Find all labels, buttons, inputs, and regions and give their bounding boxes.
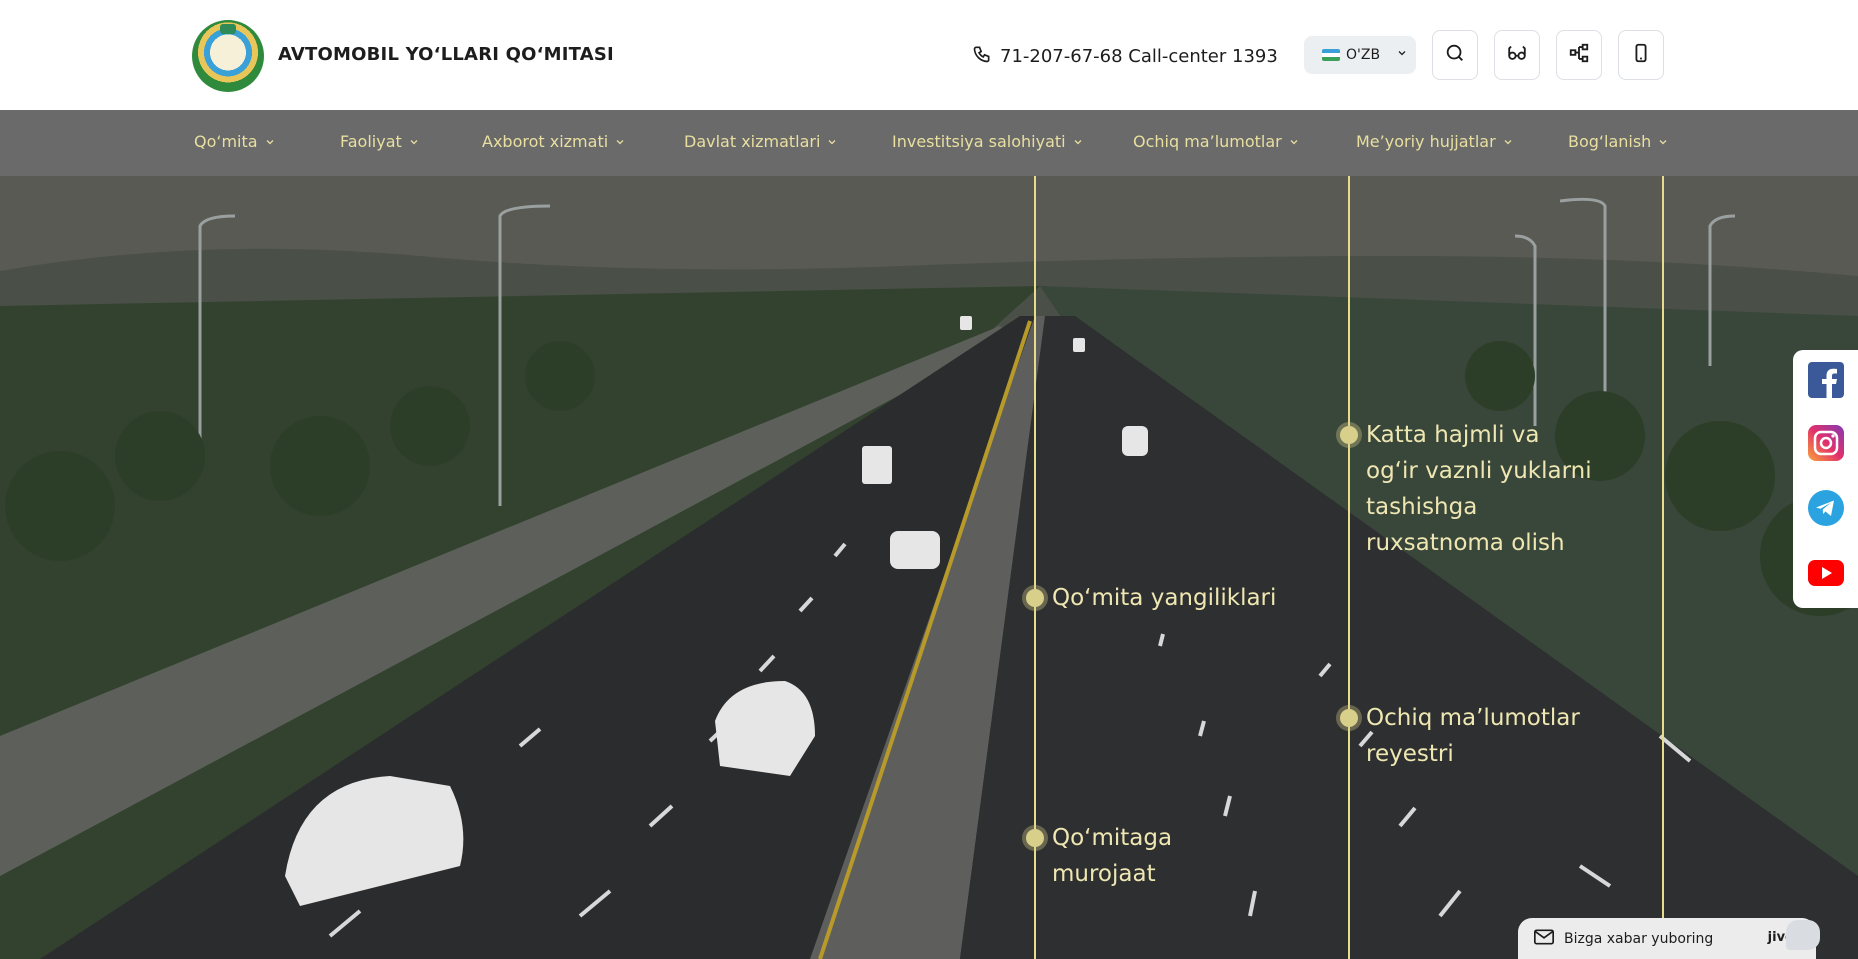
youtube-icon[interactable] <box>1808 555 1844 591</box>
sitemap-icon <box>1568 42 1590 68</box>
call-center-phone[interactable]: 71-207-67-68 Call-center 1393 <box>972 44 1278 69</box>
chevron-down-icon <box>1659 139 1667 144</box>
mail-icon <box>1534 929 1554 949</box>
nav-label: Bog‘lanish <box>1568 132 1652 151</box>
chevron-down-icon <box>1396 47 1408 63</box>
nav-item-qomita[interactable]: Qo‘mita <box>194 132 276 151</box>
hero-link-marker <box>1340 709 1358 727</box>
highway-background-image <box>0 176 1858 959</box>
chevron-down-icon <box>829 139 836 144</box>
site-header: AVTOMOBIL YO‘LLARI QO‘MITASI 71-207-67-6… <box>0 0 1858 110</box>
hero-link-news[interactable]: Qo‘mita yangiliklari <box>1052 580 1312 616</box>
hero-link-marker <box>1340 426 1358 444</box>
language-selector[interactable]: O'ZB <box>1304 36 1416 74</box>
mobile-version-button[interactable] <box>1618 30 1664 80</box>
uzbekistan-flag-icon <box>1322 49 1340 61</box>
nav-item-axborot-xizmati[interactable]: Axborot xizmati <box>482 132 626 151</box>
search-button[interactable] <box>1432 30 1478 80</box>
emblem-logo[interactable] <box>192 20 264 92</box>
glasses-icon <box>1506 42 1528 68</box>
nav-label: Me’yoriy hujjatlar <box>1356 132 1496 151</box>
hero-link-open-data-registry[interactable]: Ochiq ma’lumotlar reyestri <box>1366 700 1596 772</box>
nav-item-ochiq-malumotlar[interactable]: Ochiq ma’lumotlar <box>1133 132 1300 151</box>
phone-number: 71-207-67-68 Call-center 1393 <box>1000 46 1278 67</box>
facebook-icon[interactable] <box>1808 362 1844 398</box>
nav-item-boglanish[interactable]: Bog‘lanish <box>1568 132 1669 151</box>
social-links-bar <box>1793 350 1858 608</box>
hero-link-marker <box>1026 829 1044 847</box>
chevron-down-icon <box>266 139 274 144</box>
search-icon <box>1444 42 1466 68</box>
hero-divider-line <box>1662 176 1664 959</box>
chat-widget[interactable]: Bizga xabar yuboring jivo <box>1518 918 1816 959</box>
hero-link-appeal[interactable]: Qo‘mitaga murojaat <box>1052 820 1212 892</box>
nav-label: Axborot xizmati <box>482 132 609 151</box>
accessibility-button[interactable] <box>1494 30 1540 80</box>
hero-divider-line <box>1348 176 1350 959</box>
nav-item-davlat-xizmatlari[interactable]: Davlat xizmatlari <box>684 132 838 151</box>
telegram-icon[interactable] <box>1808 490 1844 526</box>
hero-link-marker <box>1026 589 1044 607</box>
language-label: O'ZB <box>1346 47 1381 63</box>
nav-label: Investitsiya salohiyati <box>892 132 1066 151</box>
chevron-down-icon <box>1290 139 1298 144</box>
phone-icon <box>972 44 992 69</box>
chevron-down-icon <box>616 139 624 144</box>
site-title[interactable]: AVTOMOBIL YO‘LLARI QO‘MITASI <box>278 44 614 65</box>
nav-label: Davlat xizmatlari <box>684 132 821 151</box>
chat-label: Bizga xabar yuboring <box>1564 930 1714 947</box>
hero-banner <box>0 176 1858 959</box>
nav-label: Qo‘mita <box>194 132 258 151</box>
hero-link-heavy-cargo-permit[interactable]: Katta hajmli va og‘ir vaznli yuklarni ta… <box>1366 417 1596 561</box>
main-navigation: Qo‘mita Faoliyat Axborot xizmati Davlat … <box>0 110 1858 176</box>
chat-bubble-icon[interactable] <box>1786 920 1820 950</box>
mobile-icon <box>1630 42 1652 68</box>
instagram-icon[interactable] <box>1808 425 1844 461</box>
nav-label: Faoliyat <box>340 132 402 151</box>
chevron-down-icon <box>410 139 418 144</box>
chevron-down-icon <box>1074 139 1082 144</box>
nav-item-faoliyat[interactable]: Faoliyat <box>340 132 420 151</box>
sitemap-button[interactable] <box>1556 30 1602 80</box>
chevron-down-icon <box>1504 139 1512 144</box>
nav-item-meyoriy-hujjatlar[interactable]: Me’yoriy hujjatlar <box>1356 132 1514 151</box>
nav-item-investitsiya-salohiyati[interactable]: Investitsiya salohiyati <box>892 132 1084 151</box>
nav-label: Ochiq ma’lumotlar <box>1133 132 1282 151</box>
